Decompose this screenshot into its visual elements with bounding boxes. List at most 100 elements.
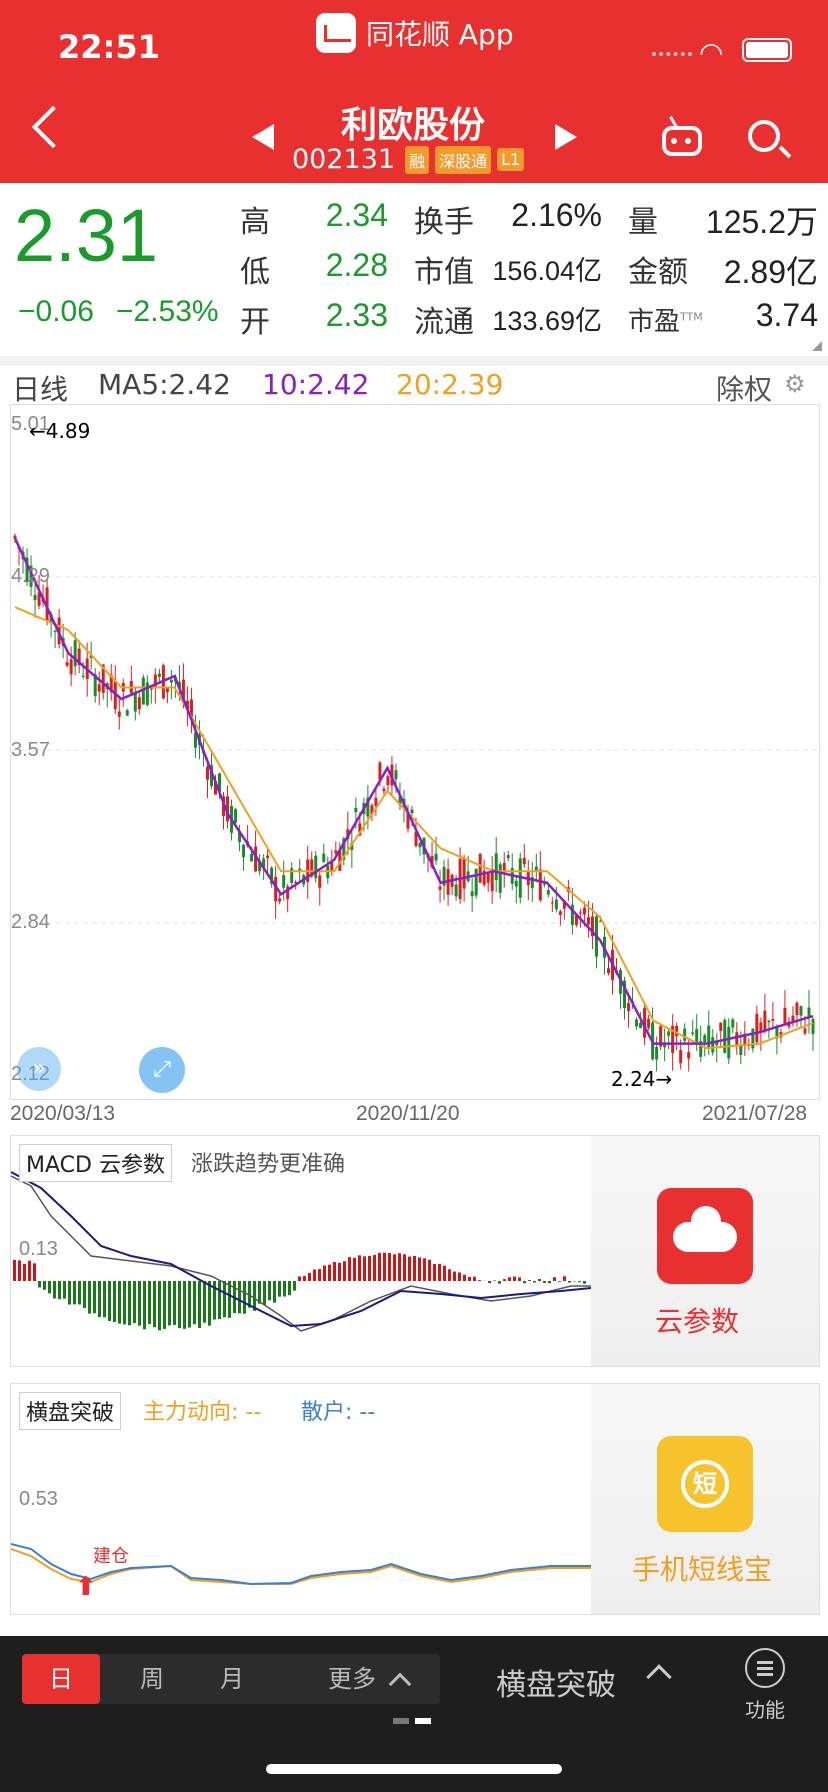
fullscreen-icon[interactable]: ⤢ — [139, 1047, 185, 1093]
candle-body — [318, 875, 322, 888]
macd-bar — [448, 1269, 451, 1281]
candle-body — [69, 659, 73, 675]
low-value: 2.28 — [325, 247, 388, 283]
status-time: 22:51 — [58, 28, 160, 66]
candle-body — [97, 684, 101, 692]
macd-bar — [88, 1281, 91, 1314]
macd-bar — [458, 1272, 461, 1281]
macd-bar — [343, 1261, 346, 1281]
hengpan-y-tick: 0.53 — [19, 1488, 58, 1510]
kline-chart[interactable]: 5.01 4.29 3.57 2.84 2.12 ←4.89 2.24→ » ⤢ — [10, 404, 821, 1100]
candle-body — [767, 1020, 771, 1023]
macd-bar — [568, 1281, 571, 1283]
pe-label: 市盈TTM — [628, 301, 703, 338]
y-tick: 2.84 — [11, 911, 50, 933]
candle-body — [53, 630, 57, 632]
macd-bar — [413, 1256, 416, 1281]
macd-bar — [548, 1281, 551, 1284]
price-change-pct: −2.53% — [116, 295, 219, 328]
candle-body — [799, 1006, 803, 1016]
macd-bar — [273, 1281, 276, 1303]
expand-corner-icon[interactable] — [812, 341, 822, 351]
candle-body — [783, 1007, 787, 1025]
macd-bar — [503, 1279, 506, 1281]
macd-bar — [288, 1281, 291, 1296]
app-badge[interactable]: 同花顺 App — [316, 13, 514, 53]
chevron-up-icon[interactable] — [388, 1672, 412, 1696]
candle-body — [382, 788, 386, 792]
retail-label: 散户: -- — [301, 1400, 376, 1425]
candle-body — [691, 1032, 695, 1034]
macd-bar — [433, 1263, 436, 1281]
macd-bar — [153, 1281, 156, 1328]
candle-body — [65, 662, 69, 666]
macd-bar — [73, 1281, 76, 1305]
float-label: 流通 — [414, 305, 474, 340]
macd-title[interactable]: MACD 云参数 — [19, 1144, 172, 1182]
macd-bar — [493, 1280, 496, 1281]
adjust-label[interactable]: 除权 — [716, 368, 772, 408]
cloud-params-label[interactable]: 云参数 — [655, 1300, 739, 1340]
period-month-button[interactable]: 月 — [202, 1654, 262, 1704]
pe-label-text: 市盈 — [628, 307, 681, 337]
indicator-selector[interactable]: 横盘突破 — [496, 1660, 616, 1704]
high-marker: ←4.89 — [29, 419, 91, 443]
macd-bar — [498, 1281, 501, 1284]
hengpan-title[interactable]: 横盘突破 — [19, 1392, 122, 1430]
macd-bar — [148, 1281, 151, 1325]
candle-body — [635, 1019, 639, 1027]
macd-bar — [393, 1254, 396, 1281]
period-day-button[interactable]: 日 — [22, 1654, 100, 1704]
grid — [11, 576, 821, 924]
period-week-button[interactable]: 周 — [122, 1654, 182, 1704]
x-date: 2020/03/13 — [10, 1102, 116, 1125]
settings-gear-icon[interactable]: ⚙ — [784, 370, 806, 398]
macd-bar — [543, 1281, 546, 1283]
short-term-icon[interactable]: 短 — [657, 1436, 753, 1532]
ma10-label: 10:2.42 — [262, 368, 370, 401]
volume-value: 125.2万 — [705, 204, 818, 240]
candle-body — [719, 1022, 723, 1031]
menu-icon[interactable] — [745, 1648, 785, 1688]
stock-code-row: 002131 融 深股通 L1 — [292, 144, 525, 175]
robot-icon[interactable] — [662, 126, 702, 156]
macd-bar — [538, 1279, 541, 1281]
candle-body — [478, 853, 482, 883]
macd-bar — [18, 1260, 21, 1281]
candle-body — [250, 853, 254, 862]
macd-bar — [423, 1258, 426, 1281]
kline-svg — [11, 533, 821, 1072]
back-icon[interactable] — [31, 105, 75, 149]
macd-bar — [263, 1281, 266, 1306]
function-label[interactable]: 功能 — [745, 1694, 785, 1723]
macd-bar — [168, 1281, 171, 1326]
candle-body — [314, 855, 318, 879]
macd-bar — [463, 1274, 466, 1281]
candle-body — [434, 853, 438, 861]
short-term-label[interactable]: 手机短线宝 — [632, 1548, 772, 1588]
macd-bar — [358, 1255, 361, 1281]
macd-bar — [198, 1281, 201, 1329]
macd-bar — [103, 1281, 106, 1318]
next-stock-icon[interactable] — [555, 124, 577, 150]
candle-body — [695, 1028, 699, 1044]
macd-bar — [533, 1281, 536, 1283]
macd-bar — [183, 1281, 186, 1329]
cloud-params-icon[interactable] — [657, 1188, 753, 1284]
macd-bar — [13, 1260, 16, 1281]
search-icon[interactable] — [748, 120, 780, 152]
period-selector: 日 周 月 更多 — [22, 1654, 440, 1704]
scroll-right-icon[interactable]: » — [17, 1047, 61, 1091]
candle-body — [322, 853, 326, 862]
chevron-up-icon[interactable] — [646, 1664, 672, 1690]
period-label: 日线 — [12, 373, 69, 406]
candle-body — [266, 855, 270, 859]
macd-bar — [28, 1260, 31, 1281]
candle-body — [454, 884, 458, 897]
candle-body — [117, 711, 121, 717]
bottom-bar: 日 周 月 更多 横盘突破 功能 — [0, 1636, 828, 1792]
prev-stock-icon[interactable] — [252, 124, 274, 150]
macd-bar — [78, 1281, 81, 1305]
period-more-button[interactable]: 更多 — [322, 1654, 382, 1704]
macd-bar — [383, 1252, 386, 1281]
